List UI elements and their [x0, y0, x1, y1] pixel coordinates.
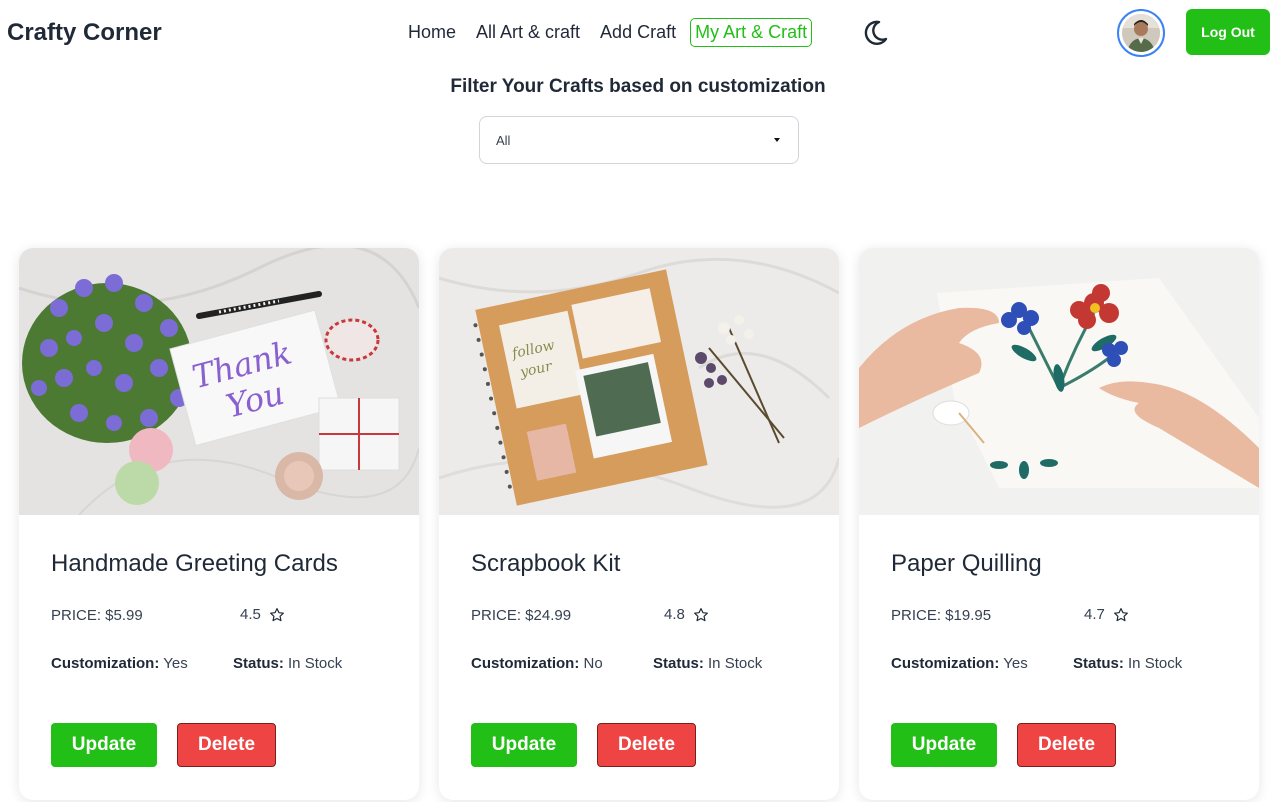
nav-links: Home All Art & craft Add Craft My Art & …: [402, 16, 820, 48]
delete-button[interactable]: Delete: [1017, 723, 1116, 767]
status-field: Status: In Stock: [653, 655, 762, 672]
nav-link-my-art-craft[interactable]: My Art & Craft: [690, 17, 813, 47]
craft-rating: 4.5: [240, 606, 285, 623]
status-value: In Stock: [288, 655, 343, 672]
update-button[interactable]: Update: [891, 723, 997, 767]
status-field: Status: In Stock: [1073, 655, 1182, 672]
customization-field: Customization: Yes: [51, 655, 188, 672]
craft-rating: 4.7: [1084, 606, 1129, 623]
status-label: Status:: [233, 655, 284, 672]
craft-price: PRICE: $19.95: [891, 607, 992, 624]
craft-card: Thank You Handmade Greeting Cards PRICE:…: [19, 248, 419, 800]
delete-button[interactable]: Delete: [177, 723, 276, 767]
craft-price: PRICE: $24.99: [471, 607, 572, 624]
rating-value: 4.7: [1084, 606, 1105, 623]
craft-title: Scrapbook Kit: [471, 550, 621, 577]
customization-value: No: [583, 655, 603, 672]
rating-value: 4.8: [664, 606, 685, 623]
delete-button[interactable]: Delete: [597, 723, 696, 767]
star-icon: [693, 607, 708, 621]
customization-label: Customization:: [471, 655, 580, 672]
craft-title: Handmade Greeting Cards: [51, 550, 338, 577]
customization-field: Customization: Yes: [891, 655, 1028, 672]
craft-image-greeting-cards: Thank You: [19, 248, 419, 515]
nav-link-home[interactable]: Home: [402, 19, 462, 46]
craft-card: Paper Quilling PRICE: $19.95 4.7 Customi…: [859, 248, 1259, 800]
update-button[interactable]: Update: [51, 723, 157, 767]
craft-image-scrapbook-kit: follow your: [439, 248, 839, 515]
logout-button[interactable]: Log Out: [1186, 9, 1270, 55]
avatar[interactable]: [1117, 9, 1165, 57]
customization-value: Yes: [163, 655, 188, 672]
customization-value: Yes: [1003, 655, 1028, 672]
filter-selected-value: All: [496, 133, 511, 148]
status-value: In Stock: [708, 655, 763, 672]
craft-card: follow your Scrapbook Kit PRICE: $24.99 …: [439, 248, 839, 800]
craft-rating: 4.8: [664, 606, 709, 623]
caret-down-icon: [774, 138, 780, 142]
craft-title: Paper Quilling: [891, 550, 1042, 577]
craft-price: PRICE: $5.99: [51, 607, 143, 624]
navbar: Crafty Corner Home All Art & craft Add C…: [0, 0, 1276, 68]
update-button[interactable]: Update: [471, 723, 577, 767]
status-label: Status:: [653, 655, 704, 672]
status-value: In Stock: [1128, 655, 1183, 672]
brand-logo[interactable]: Crafty Corner: [7, 19, 162, 47]
customization-label: Customization:: [51, 655, 160, 672]
nav-link-all-art-craft[interactable]: All Art & craft: [470, 19, 586, 46]
customization-filter-select[interactable]: All: [479, 116, 799, 164]
customization-field: Customization: No: [471, 655, 603, 672]
customization-label: Customization:: [891, 655, 1000, 672]
filter-title: Filter Your Crafts based on customizatio…: [450, 76, 826, 97]
status-field: Status: In Stock: [233, 655, 342, 672]
craft-image-paper-quilling: [859, 248, 1259, 515]
star-icon: [1113, 607, 1128, 621]
nav-link-add-craft[interactable]: Add Craft: [594, 19, 682, 46]
rating-value: 4.5: [240, 606, 261, 623]
status-label: Status:: [1073, 655, 1124, 672]
moon-icon[interactable]: [859, 17, 891, 49]
star-icon: [269, 607, 284, 621]
